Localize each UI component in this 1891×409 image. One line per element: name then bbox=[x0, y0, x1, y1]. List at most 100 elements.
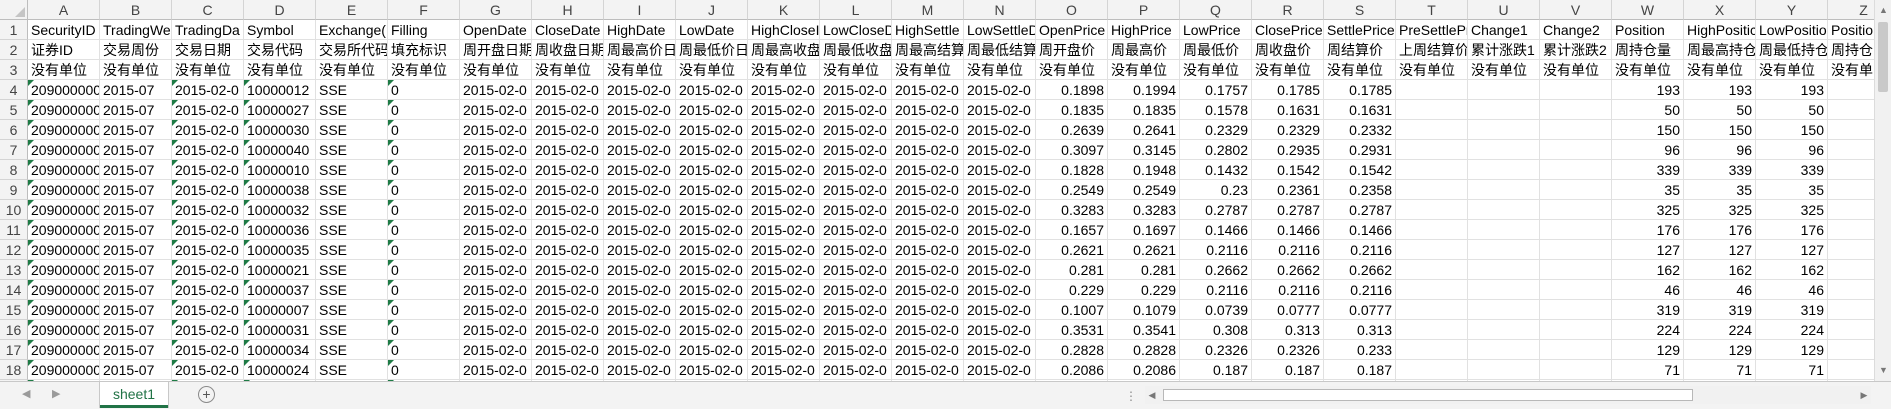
cell-F17[interactable]: 0 bbox=[388, 340, 460, 360]
cell-P14[interactable]: 0.229 bbox=[1108, 280, 1180, 300]
cell-Q17[interactable]: 0.2326 bbox=[1180, 340, 1252, 360]
cell-I4[interactable]: 2015-02-0 bbox=[604, 80, 676, 100]
cell-G11[interactable]: 2015-02-0 bbox=[460, 220, 532, 240]
cell-R18[interactable]: 0.187 bbox=[1252, 360, 1324, 380]
cell-E6[interactable]: SSE bbox=[316, 120, 388, 140]
cell-E14[interactable]: SSE bbox=[316, 280, 388, 300]
column-header-W[interactable]: W bbox=[1612, 0, 1684, 20]
cell-L7[interactable]: 2015-02-0 bbox=[820, 140, 892, 160]
cell-P12[interactable]: 0.2621 bbox=[1108, 240, 1180, 260]
cell-M6[interactable]: 2015-02-0 bbox=[892, 120, 964, 140]
cell-S17[interactable]: 0.233 bbox=[1324, 340, 1396, 360]
cell-H12[interactable]: 2015-02-0 bbox=[532, 240, 604, 260]
cell-B8[interactable]: 2015-07 bbox=[100, 160, 172, 180]
cell-E15[interactable]: SSE bbox=[316, 300, 388, 320]
cell-A1[interactable]: SecurityID bbox=[28, 20, 100, 40]
cell-B12[interactable]: 2015-07 bbox=[100, 240, 172, 260]
cell-M2[interactable]: 周最高结算 bbox=[892, 40, 964, 60]
cell-C9[interactable]: 2015-02-0 bbox=[172, 180, 244, 200]
cell-K3[interactable]: 没有单位 bbox=[748, 60, 820, 80]
cell-W5[interactable]: 50 bbox=[1612, 100, 1684, 120]
cell-Q15[interactable]: 0.0739 bbox=[1180, 300, 1252, 320]
cell-R9[interactable]: 0.2361 bbox=[1252, 180, 1324, 200]
column-header-Q[interactable]: Q bbox=[1180, 0, 1252, 20]
cell-F13[interactable]: 0 bbox=[388, 260, 460, 280]
cell-F10[interactable]: 0 bbox=[388, 200, 460, 220]
cell-G4[interactable]: 2015-02-0 bbox=[460, 80, 532, 100]
cell-K14[interactable]: 2015-02-0 bbox=[748, 280, 820, 300]
cell-T12[interactable] bbox=[1396, 240, 1468, 260]
cell-W2[interactable]: 周持仓量 bbox=[1612, 40, 1684, 60]
cell-A7[interactable]: 209000000 bbox=[28, 140, 100, 160]
cell-C6[interactable]: 2015-02-0 bbox=[172, 120, 244, 140]
scroll-up-arrow-icon[interactable]: ▲ bbox=[1875, 2, 1891, 19]
cell-I3[interactable]: 没有单位 bbox=[604, 60, 676, 80]
cell-E8[interactable]: SSE bbox=[316, 160, 388, 180]
cell-L5[interactable]: 2015-02-0 bbox=[820, 100, 892, 120]
cell-D17[interactable]: 10000034 bbox=[244, 340, 316, 360]
cell-V9[interactable] bbox=[1540, 180, 1612, 200]
cell-P9[interactable]: 0.2549 bbox=[1108, 180, 1180, 200]
cell-Y14[interactable]: 46 bbox=[1756, 280, 1828, 300]
cell-H5[interactable]: 2015-02-0 bbox=[532, 100, 604, 120]
cell-W1[interactable]: Position bbox=[1612, 20, 1684, 40]
cell-D1[interactable]: Symbol bbox=[244, 20, 316, 40]
cell-T18[interactable] bbox=[1396, 360, 1468, 380]
cell-Y7[interactable]: 96 bbox=[1756, 140, 1828, 160]
cell-W15[interactable]: 319 bbox=[1612, 300, 1684, 320]
column-header-E[interactable]: E bbox=[316, 0, 388, 20]
cell-G1[interactable]: OpenDate bbox=[460, 20, 532, 40]
cell-W6[interactable]: 150 bbox=[1612, 120, 1684, 140]
cell-J17[interactable]: 2015-02-0 bbox=[676, 340, 748, 360]
cell-Y4[interactable]: 193 bbox=[1756, 80, 1828, 100]
cell-Y12[interactable]: 127 bbox=[1756, 240, 1828, 260]
cell-Q12[interactable]: 0.2116 bbox=[1180, 240, 1252, 260]
cell-X6[interactable]: 150 bbox=[1684, 120, 1756, 140]
cell-O17[interactable]: 0.2828 bbox=[1036, 340, 1108, 360]
cell-G3[interactable]: 没有单位 bbox=[460, 60, 532, 80]
cell-P3[interactable]: 没有单位 bbox=[1108, 60, 1180, 80]
row-header-8[interactable]: 8 bbox=[0, 160, 28, 180]
cell-U9[interactable] bbox=[1468, 180, 1540, 200]
cell-E12[interactable]: SSE bbox=[316, 240, 388, 260]
cell-N9[interactable]: 2015-02-0 bbox=[964, 180, 1036, 200]
cell-G10[interactable]: 2015-02-0 bbox=[460, 200, 532, 220]
cell-I9[interactable]: 2015-02-0 bbox=[604, 180, 676, 200]
cell-I5[interactable]: 2015-02-0 bbox=[604, 100, 676, 120]
cell-V1[interactable]: Change2 bbox=[1540, 20, 1612, 40]
cell-R10[interactable]: 0.2787 bbox=[1252, 200, 1324, 220]
cell-D5[interactable]: 10000027 bbox=[244, 100, 316, 120]
cell-M4[interactable]: 2015-02-0 bbox=[892, 80, 964, 100]
cell-H17[interactable]: 2015-02-0 bbox=[532, 340, 604, 360]
cell-Q2[interactable]: 周最低价 bbox=[1180, 40, 1252, 60]
vertical-scroll-thumb[interactable] bbox=[1878, 22, 1888, 92]
cell-N15[interactable]: 2015-02-0 bbox=[964, 300, 1036, 320]
cell-O18[interactable]: 0.2086 bbox=[1036, 360, 1108, 380]
row-header-14[interactable]: 14 bbox=[0, 280, 28, 300]
cell-P18[interactable]: 0.2086 bbox=[1108, 360, 1180, 380]
cell-L18[interactable]: 2015-02-0 bbox=[820, 360, 892, 380]
cell-U4[interactable] bbox=[1468, 80, 1540, 100]
cell-U3[interactable]: 没有单位 bbox=[1468, 60, 1540, 80]
cell-N1[interactable]: LowSettleD bbox=[964, 20, 1036, 40]
cell-P10[interactable]: 0.3283 bbox=[1108, 200, 1180, 220]
column-header-C[interactable]: C bbox=[172, 0, 244, 20]
cell-Y16[interactable]: 224 bbox=[1756, 320, 1828, 340]
cell-K10[interactable]: 2015-02-0 bbox=[748, 200, 820, 220]
cell-R4[interactable]: 0.1785 bbox=[1252, 80, 1324, 100]
cell-B18[interactable]: 2015-07 bbox=[100, 360, 172, 380]
column-header-D[interactable]: D bbox=[244, 0, 316, 20]
cell-L13[interactable]: 2015-02-0 bbox=[820, 260, 892, 280]
cell-M10[interactable]: 2015-02-0 bbox=[892, 200, 964, 220]
cell-B9[interactable]: 2015-07 bbox=[100, 180, 172, 200]
cell-T9[interactable] bbox=[1396, 180, 1468, 200]
cell-G7[interactable]: 2015-02-0 bbox=[460, 140, 532, 160]
cell-X17[interactable]: 129 bbox=[1684, 340, 1756, 360]
cell-Q3[interactable]: 没有单位 bbox=[1180, 60, 1252, 80]
cell-R7[interactable]: 0.2935 bbox=[1252, 140, 1324, 160]
cell-M13[interactable]: 2015-02-0 bbox=[892, 260, 964, 280]
cell-D16[interactable]: 10000031 bbox=[244, 320, 316, 340]
cell-V6[interactable] bbox=[1540, 120, 1612, 140]
cell-U6[interactable] bbox=[1468, 120, 1540, 140]
cell-H4[interactable]: 2015-02-0 bbox=[532, 80, 604, 100]
